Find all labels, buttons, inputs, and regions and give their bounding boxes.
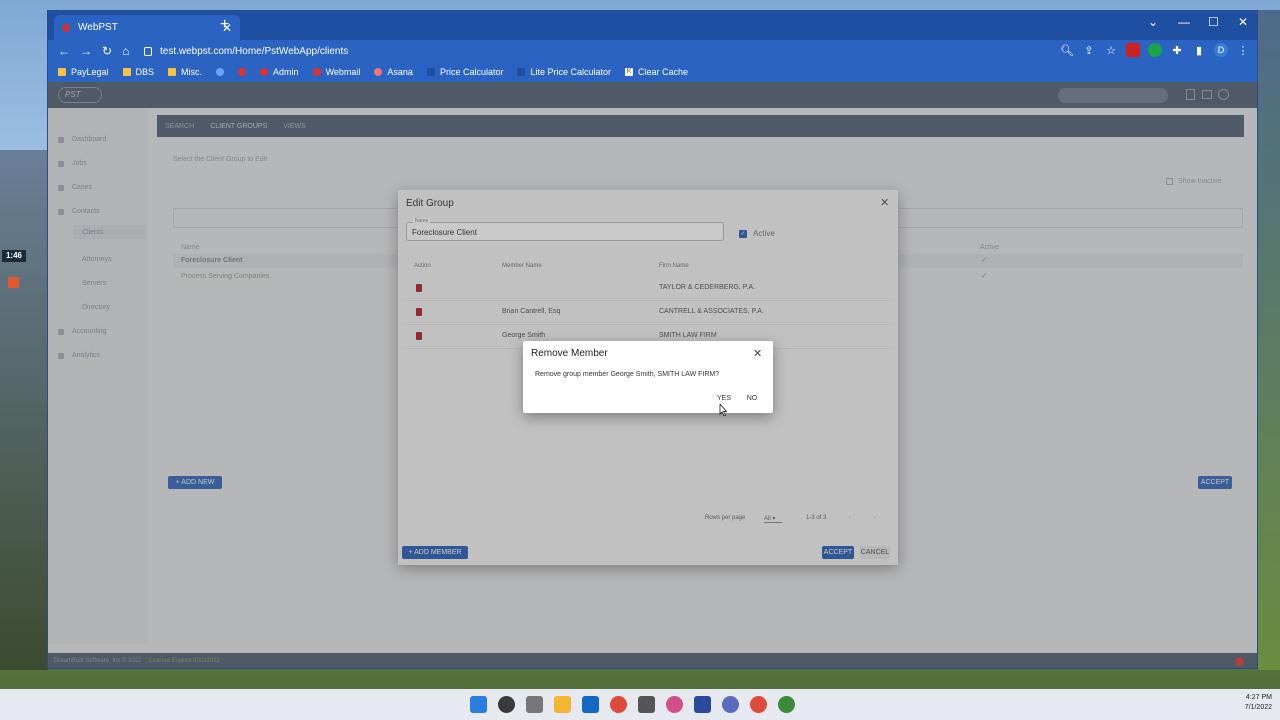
new-tab-icon[interactable]: + [220, 16, 229, 34]
clock-time: 4:27 PM [1245, 694, 1272, 701]
profile-avatar[interactable]: D [1214, 43, 1228, 57]
settings-app-icon[interactable] [722, 696, 739, 713]
sidepanel-icon[interactable]: ▮ [1192, 43, 1206, 57]
close-icon[interactable]: ✕ [753, 347, 762, 360]
windows-taskbar: 4:27 PM 7/1/2022 [0, 689, 1280, 720]
url-text: test.webpst.com/Home/PstWebApp/clients [160, 45, 349, 57]
app-icon[interactable] [666, 696, 683, 713]
chrome-icon[interactable] [610, 696, 627, 713]
start-icon[interactable] [470, 696, 487, 713]
webpst-app: PST Dashboard Jobs Cases Contacts Client… [48, 82, 1257, 668]
desktop-wallpaper-left [0, 150, 48, 670]
bookmark-webpst[interactable] [238, 68, 247, 76]
share-icon[interactable]: ⇪ [1082, 43, 1096, 57]
snipping-tool-icon[interactable] [638, 696, 655, 713]
remove-member-dialog: Remove Member ✕ Remove group member Geor… [523, 341, 773, 413]
bookmark-dbs[interactable]: DBS [122, 67, 154, 77]
taskbar-apps [470, 696, 795, 713]
mouse-cursor-icon [719, 404, 727, 416]
bookmark-price-calculator[interactable]: Price Calculator [426, 67, 503, 77]
outlook-icon[interactable] [582, 696, 599, 713]
lock-icon [144, 46, 152, 56]
bookmark-webmail[interactable]: Webmail [312, 67, 360, 77]
grammarly-extension-icon[interactable] [1148, 43, 1162, 57]
bookmark-admin[interactable]: Admin [260, 67, 299, 77]
close-window-icon[interactable]: ✕ [1238, 15, 1248, 29]
tab-search-icon[interactable]: ⌄ [1148, 15, 1158, 29]
stop-recording-button[interactable] [8, 277, 19, 288]
recording-timer: 1:46 [2, 250, 26, 262]
file-explorer-icon[interactable] [554, 696, 571, 713]
dialog-title: Remove Member [531, 348, 608, 359]
menu-icon[interactable]: ⋮ [1236, 43, 1250, 57]
bookmark-asana[interactable]: Asana [374, 67, 413, 77]
reload-icon[interactable]: ↻ [102, 44, 112, 58]
home-icon[interactable]: ⌂ [122, 44, 129, 58]
yes-button[interactable]: YES [713, 395, 735, 402]
bookmark-clear-cache[interactable]: K Clear Cache [625, 67, 688, 77]
bookmark-globe[interactable] [216, 68, 225, 76]
desktop-wallpaper-right [1258, 10, 1280, 670]
bookmark-star-icon[interactable]: ☆ [1104, 43, 1118, 57]
browser-toolbar: ← → ↻ ⌂ test.webpst.com/Home/PstWebApp/c… [48, 40, 1257, 62]
chrome-profile-icon[interactable] [750, 696, 767, 713]
toolbar-icons: 🔍︎ ⇪ ☆ ✚ ▮ D ⋮ [1060, 43, 1250, 57]
favicon-icon [62, 23, 70, 32]
address-bar[interactable]: test.webpst.com/Home/PstWebApp/clients [144, 43, 1034, 59]
bookmark-lite-price-calculator[interactable]: Lite Price Calculator [517, 67, 611, 77]
bookmark-misc[interactable]: Misc. [168, 67, 202, 77]
system-clock[interactable]: 4:27 PM 7/1/2022 [1232, 693, 1272, 713]
extensions-icon[interactable]: ✚ [1170, 43, 1184, 57]
confirm-message: Remove group member George Smith, SMITH … [535, 371, 720, 378]
back-icon[interactable]: ← [58, 44, 70, 58]
forward-icon[interactable]: → [80, 44, 92, 58]
maximize-icon[interactable]: ☐ [1208, 15, 1219, 29]
search-icon[interactable] [498, 696, 515, 713]
chrome-active-icon[interactable] [778, 696, 795, 713]
zoom-icon[interactable]: 🔍︎ [1060, 43, 1074, 57]
bookmarks-bar: PayLegal DBS Misc. Admin Webmail Asana P… [48, 62, 1257, 82]
task-view-icon[interactable] [526, 696, 543, 713]
bookmark-paylegal[interactable]: PayLegal [58, 67, 109, 77]
no-button[interactable]: NO [743, 395, 761, 402]
clock-date: 7/1/2022 [1244, 704, 1272, 711]
minimize-icon[interactable]: — [1178, 15, 1190, 29]
browser-tab[interactable]: WebPST ✕ [54, 15, 240, 40]
browser-window: WebPST ✕ + ⌄ — ☐ ✕ ← → ↻ ⌂ test.webpst.c… [47, 10, 1258, 669]
remote-desktop-icon[interactable] [694, 696, 711, 713]
tab-title: WebPST [78, 22, 118, 33]
pdf-extension-icon[interactable] [1126, 43, 1140, 57]
tab-strip: WebPST ✕ + ⌄ — ☐ ✕ [48, 11, 1257, 40]
